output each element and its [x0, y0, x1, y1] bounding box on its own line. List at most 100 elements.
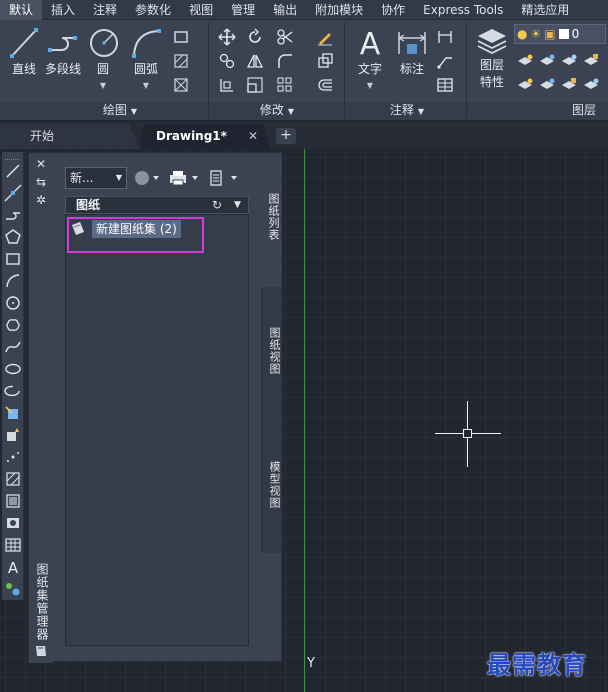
tab-collaborate[interactable]: 协作 — [372, 0, 414, 20]
erase-icon[interactable] — [316, 28, 334, 46]
highlight-annotation — [67, 217, 204, 253]
tab-express-tools[interactable]: Express Tools — [414, 0, 512, 20]
chevron-down-icon[interactable]: ▼ — [234, 197, 241, 213]
insert-block-icon[interactable] — [4, 404, 22, 422]
tab-model-views[interactable]: 模型视图 — [261, 421, 282, 553]
close-icon[interactable]: ✕ — [34, 157, 48, 171]
tab-start-label: 开始 — [30, 129, 55, 143]
point-icon[interactable] — [4, 448, 22, 466]
tab-view[interactable]: 视图 — [180, 0, 222, 20]
tab-featured-apps[interactable]: 精选应用 — [512, 0, 578, 20]
text-tool[interactable]: A 文字 ▼ — [352, 26, 388, 91]
layer-tool-2-icon[interactable] — [538, 52, 556, 70]
offset-icon[interactable] — [316, 76, 334, 94]
table-icon[interactable] — [4, 536, 22, 554]
tab-default[interactable]: 默认 — [0, 0, 43, 20]
sheet-set-manager-palette: ✕ ⇆ ✲ 图纸集管理器 新... ▼ 图纸 ↻ ▼ 新建图纸集 (2) 图纸列… — [28, 152, 282, 663]
ellipse-arc-icon[interactable] — [3, 382, 22, 400]
rectangle-icon[interactable] — [4, 250, 22, 268]
tab-output[interactable]: 输出 — [264, 0, 306, 20]
new-tab-button[interactable]: + — [276, 128, 296, 144]
layer-dropdown[interactable]: ● ☀ ▣ 0 — [514, 24, 606, 44]
mirror-icon[interactable] — [246, 52, 264, 70]
polygon-icon[interactable] — [4, 228, 22, 246]
layer-tool-8-icon[interactable] — [582, 76, 600, 94]
sheet-set-dropdown[interactable]: 新... ▼ — [65, 167, 127, 189]
add-selected-icon[interactable] — [4, 580, 22, 598]
palette-grip[interactable] — [5, 154, 20, 160]
layers-panel-title[interactable]: 图层 — [560, 102, 608, 119]
layer-tool-7-icon[interactable] — [560, 76, 578, 94]
line-label: 直线 — [11, 62, 36, 76]
refresh-icon[interactable]: ↻ — [212, 197, 222, 213]
panel-divider — [208, 22, 209, 118]
dimension-label: 标注 — [399, 62, 424, 76]
tab-parametric[interactable]: 参数化 — [126, 0, 180, 20]
tab-insert[interactable]: 插入 — [42, 0, 84, 20]
circle-icon[interactable] — [4, 294, 22, 312]
layer-properties-tool[interactable]: 图层 特性 — [474, 26, 510, 90]
multiline-text-icon[interactable]: A — [4, 558, 22, 576]
layer-tool-4-icon[interactable] — [582, 52, 600, 70]
polyline-tool[interactable]: 多段线 — [43, 26, 83, 77]
lock-icon: ▣ — [544, 27, 556, 41]
polyline-icon[interactable] — [4, 206, 22, 224]
hatch-icon[interactable] — [4, 470, 22, 488]
copy-icon[interactable] — [218, 52, 236, 70]
region-icon[interactable] — [4, 514, 22, 532]
modify-panel-caret-icon: ▼ — [287, 107, 295, 116]
watermark-text: 最需教育 — [487, 650, 587, 679]
printer-icon[interactable] — [167, 169, 201, 187]
ellipse-icon[interactable] — [4, 360, 22, 378]
layer-tool-3-icon[interactable] — [560, 52, 578, 70]
annotation-panel-title[interactable]: 注释 ▼ — [352, 102, 462, 119]
trim-icon[interactable] — [276, 28, 294, 46]
tab-sheet-list[interactable]: 图纸列表 — [261, 153, 282, 287]
stretch-icon[interactable] — [218, 76, 236, 94]
tab-manage[interactable]: 管理 — [222, 0, 264, 20]
layer-tool-1-icon[interactable] — [516, 52, 534, 70]
tab-addins[interactable]: 附加模块 — [306, 0, 372, 20]
array-icon[interactable] — [276, 76, 294, 94]
table-icon[interactable] — [436, 76, 454, 94]
layer-tool-6-icon[interactable] — [538, 76, 556, 94]
move-icon[interactable] — [218, 28, 236, 46]
draw-panel-caret-icon: ▼ — [130, 107, 138, 116]
gradient-icon[interactable] — [172, 76, 190, 94]
arc-dropdown-caret[interactable]: ▼ — [143, 81, 149, 90]
scale-icon[interactable] — [246, 76, 264, 94]
linear-dim-icon[interactable] — [436, 28, 454, 46]
publish-globe-icon[interactable] — [133, 169, 161, 187]
auto-hide-icon[interactable]: ⇆ — [34, 175, 48, 189]
line-icon[interactable] — [4, 162, 22, 180]
revision-cloud-icon[interactable] — [4, 316, 22, 334]
dimension-tool[interactable]: 标注 — [394, 26, 430, 77]
spline-icon[interactable] — [4, 338, 22, 356]
gradient-icon[interactable] — [4, 492, 22, 510]
modify-panel-title[interactable]: 修改 ▼ — [222, 102, 332, 119]
make-block-icon[interactable] — [4, 426, 22, 444]
tab-start[interactable]: 开始 — [0, 124, 140, 149]
explode-icon[interactable] — [316, 52, 334, 70]
hatch-icon[interactable] — [172, 52, 190, 70]
sheet-list[interactable]: 新建图纸集 (2) — [65, 214, 249, 646]
layer-tool-5-icon[interactable] — [516, 76, 534, 94]
tab-sheet-views[interactable]: 图纸视图 — [261, 287, 282, 421]
properties-gear-icon[interactable]: ✲ — [34, 193, 48, 207]
leader-icon[interactable] — [436, 52, 454, 70]
fillet-icon[interactable] — [276, 52, 294, 70]
rectangle-icon[interactable] — [172, 28, 190, 46]
arc-tool[interactable]: 圆弧 ▼ — [128, 26, 164, 91]
circle-tool[interactable]: 圆 ▼ — [87, 26, 119, 91]
tab-annotate[interactable]: 注释 — [84, 0, 126, 20]
arc-icon[interactable] — [4, 272, 22, 290]
construction-line-icon[interactable] — [4, 184, 22, 202]
tab-drawing1[interactable]: Drawing1* ✕ — [140, 124, 270, 149]
line-tool[interactable]: 直线 — [6, 26, 42, 77]
rotate-icon[interactable] — [246, 28, 264, 46]
text-dropdown-caret[interactable]: ▼ — [367, 81, 373, 90]
circle-dropdown-caret[interactable]: ▼ — [100, 81, 106, 90]
close-icon[interactable]: ✕ — [248, 124, 258, 149]
sheet-selections-icon[interactable] — [207, 169, 241, 187]
draw-panel-title[interactable]: 绘图 ▼ — [60, 102, 180, 119]
